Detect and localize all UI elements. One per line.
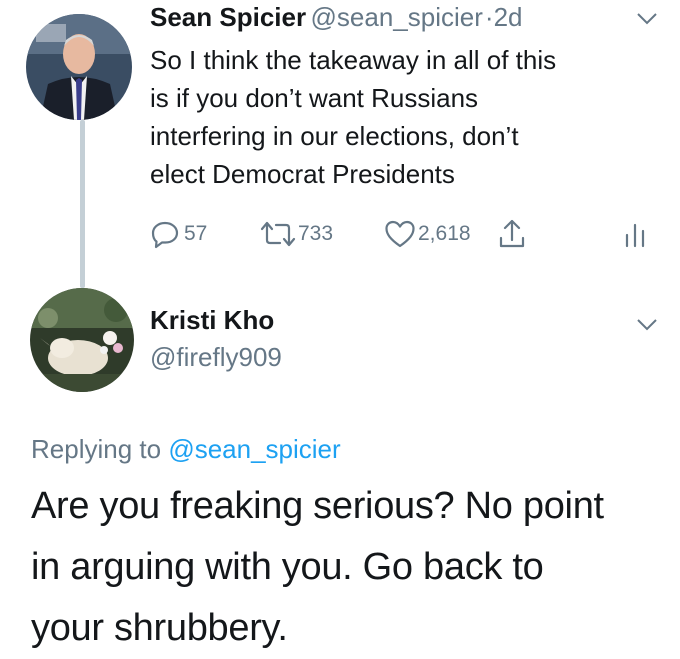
replying-to-mention[interactable]: @sean_spicier (168, 434, 340, 464)
chevron-down-icon[interactable] (636, 12, 658, 31)
replying-to: Replying to @sean_spicier (31, 434, 341, 465)
tweet1-author-handle[interactable]: @sean_spicier (311, 2, 483, 32)
tweet1-author-name[interactable]: Sean Spicier (150, 2, 306, 32)
share-button[interactable] (497, 218, 527, 250)
tweet1-text-line: elect Democrat Presidents (150, 159, 455, 189)
tweet1-header: Sean Spicier @sean_spicier·2d (150, 2, 523, 33)
analytics-button[interactable] (624, 218, 646, 250)
avatar-kristi-kho[interactable] (30, 288, 134, 392)
tweet2-text-line: Are you freaking serious? No point (31, 485, 604, 527)
retweet-button[interactable]: 733 (258, 218, 333, 250)
analytics-icon (625, 223, 645, 248)
like-count: 2,618 (418, 222, 471, 245)
reply-count: 57 (184, 222, 208, 245)
heart-icon (385, 220, 415, 248)
tweet1-text-line: So I think the takeaway in all of this (150, 45, 557, 75)
like-button[interactable]: 2,618 (384, 218, 471, 250)
tweet1-text-line: interfering in our elections, don’t (150, 121, 519, 151)
avatar-sean-spicier[interactable] (26, 14, 132, 120)
thread-connector (80, 120, 85, 288)
replying-to-prefix: Replying to (31, 434, 162, 464)
tweet2-text-line: your shrubbery. (31, 607, 288, 649)
tweet2-author-name[interactable]: Kristi Kho (150, 305, 274, 336)
tweet1-text-line: is if you don’t want Russians (150, 83, 479, 113)
tweet1-text: So I think the takeaway in all of this i… (150, 41, 650, 193)
retweet-count: 733 (298, 222, 334, 245)
tweet1-timestamp[interactable]: 2d (494, 2, 523, 32)
share-icon (499, 219, 525, 248)
tweet2-text-line: in arguing with you. Go back to (31, 546, 544, 588)
tweet2-author-handle[interactable]: @firefly909 (150, 342, 282, 373)
retweet-icon (260, 221, 296, 247)
reply-button[interactable]: 57 (150, 218, 207, 250)
tweet2-text: Are you freaking serious? No point in ar… (31, 476, 671, 659)
reply-icon (151, 221, 179, 249)
tweet1-separator: · (484, 2, 494, 32)
chevron-down-icon[interactable] (636, 318, 658, 337)
